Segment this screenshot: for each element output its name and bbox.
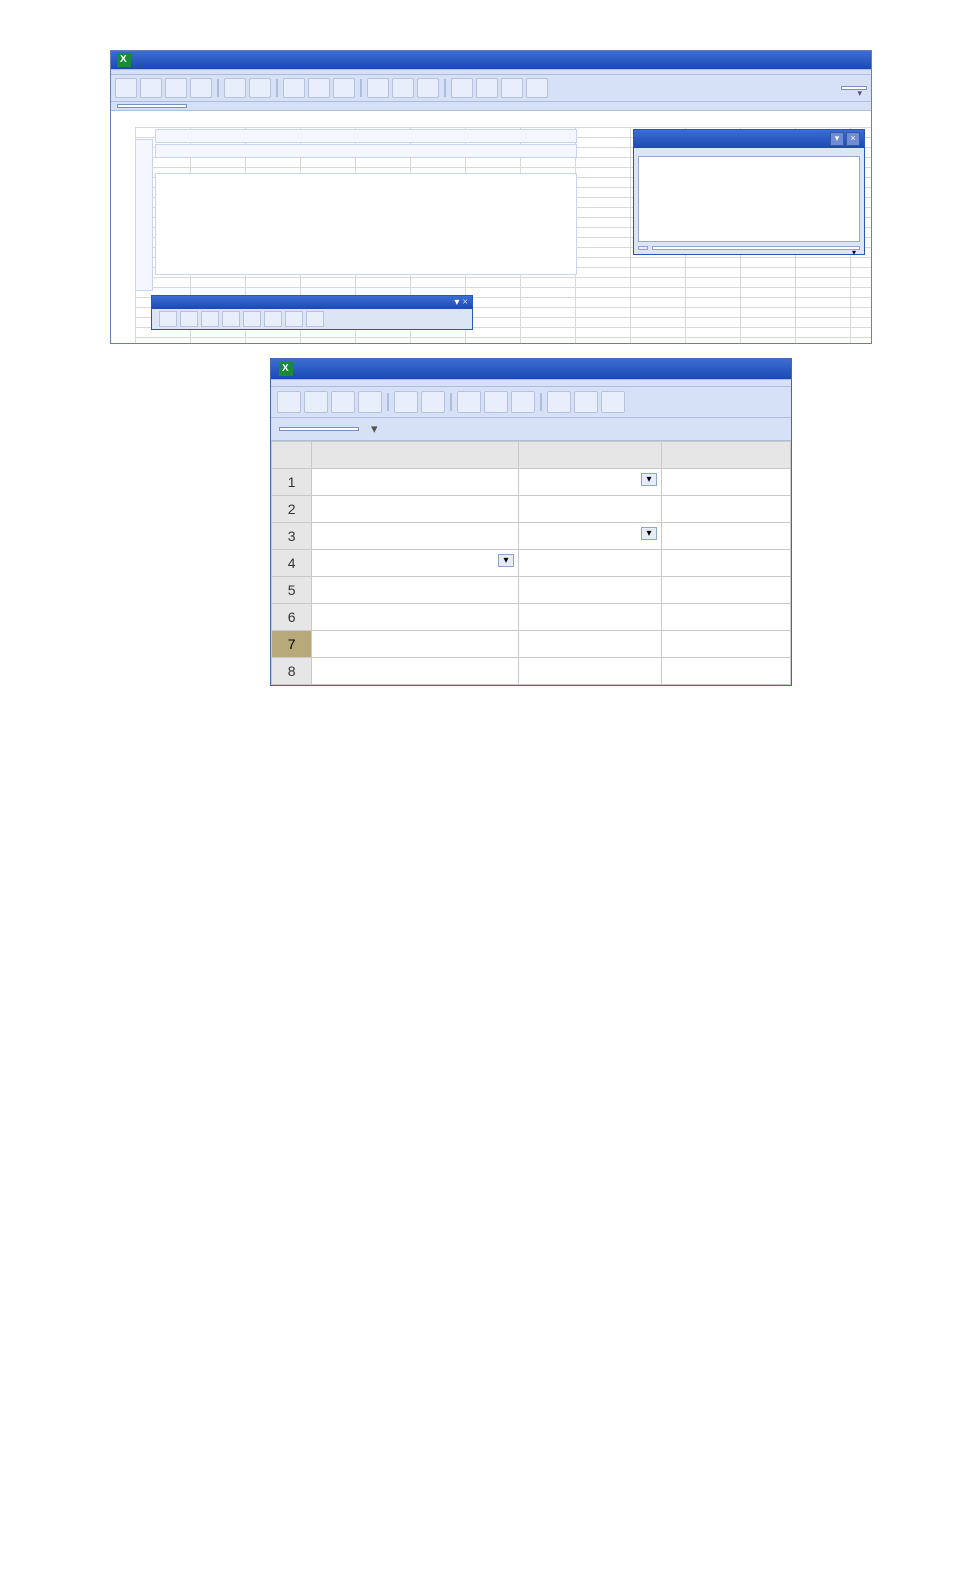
pivot-drop-column[interactable]: [155, 144, 577, 158]
table-row: 1: [272, 469, 791, 496]
table-row: 8: [272, 658, 791, 685]
excel-icon: [279, 362, 293, 376]
col-header[interactable]: [519, 442, 662, 469]
table-row: 2: [272, 496, 791, 523]
pivot-drop-page[interactable]: [155, 129, 577, 143]
minimize-icon[interactable]: ▾: [454, 297, 459, 308]
standard-toolbar: [111, 75, 871, 102]
close-icon[interactable]: ×: [846, 132, 860, 146]
pivot-drop-data[interactable]: [155, 173, 577, 275]
excel-icon: [117, 53, 131, 67]
pivot-drop-row[interactable]: [135, 139, 153, 291]
select-all-corner[interactable]: [272, 442, 312, 469]
pivot-page-dropdown[interactable]: [519, 469, 662, 496]
name-box[interactable]: [117, 104, 187, 108]
table-row: 4: [272, 550, 791, 577]
table-row: 5: [272, 577, 791, 604]
menubar: [271, 379, 791, 387]
area-select[interactable]: [652, 246, 860, 250]
pivot-row-dropdown[interactable]: [312, 550, 519, 577]
column-headers: [135, 111, 871, 127]
excel-screenshot-pivot-drop: ▾× ▾×: [110, 50, 872, 344]
window-titlebar: [271, 359, 791, 379]
add-to-button[interactable]: [638, 246, 648, 250]
field-list-items: [638, 156, 860, 242]
pivot-toolbar[interactable]: ▾×: [151, 295, 473, 330]
field-list-titlebar: ▾×: [634, 130, 864, 148]
table-row: 6: [272, 604, 791, 631]
name-box-bar: [111, 102, 871, 111]
pivot-field-list-pane[interactable]: ▾×: [633, 129, 865, 255]
close-icon[interactable]: ×: [462, 297, 468, 308]
table-row: 7: [272, 631, 791, 658]
font-selector[interactable]: [841, 86, 867, 90]
worksheet-grid[interactable]: 1 2 3 4 5: [271, 441, 791, 685]
name-box[interactable]: [279, 427, 359, 431]
excel-screenshot-pivot-result: ▾ 1 2 3: [270, 358, 792, 686]
col-header[interactable]: [662, 442, 791, 469]
name-box-bar: ▾: [271, 418, 791, 441]
worksheet-grid[interactable]: ▾× ▾×: [111, 111, 871, 343]
pivot-column-dropdown[interactable]: [519, 523, 662, 550]
minimize-icon[interactable]: ▾: [830, 132, 844, 146]
window-titlebar: [111, 51, 871, 69]
col-header[interactable]: [312, 442, 519, 469]
table-row: 3: [272, 523, 791, 550]
standard-toolbar: [271, 387, 791, 418]
